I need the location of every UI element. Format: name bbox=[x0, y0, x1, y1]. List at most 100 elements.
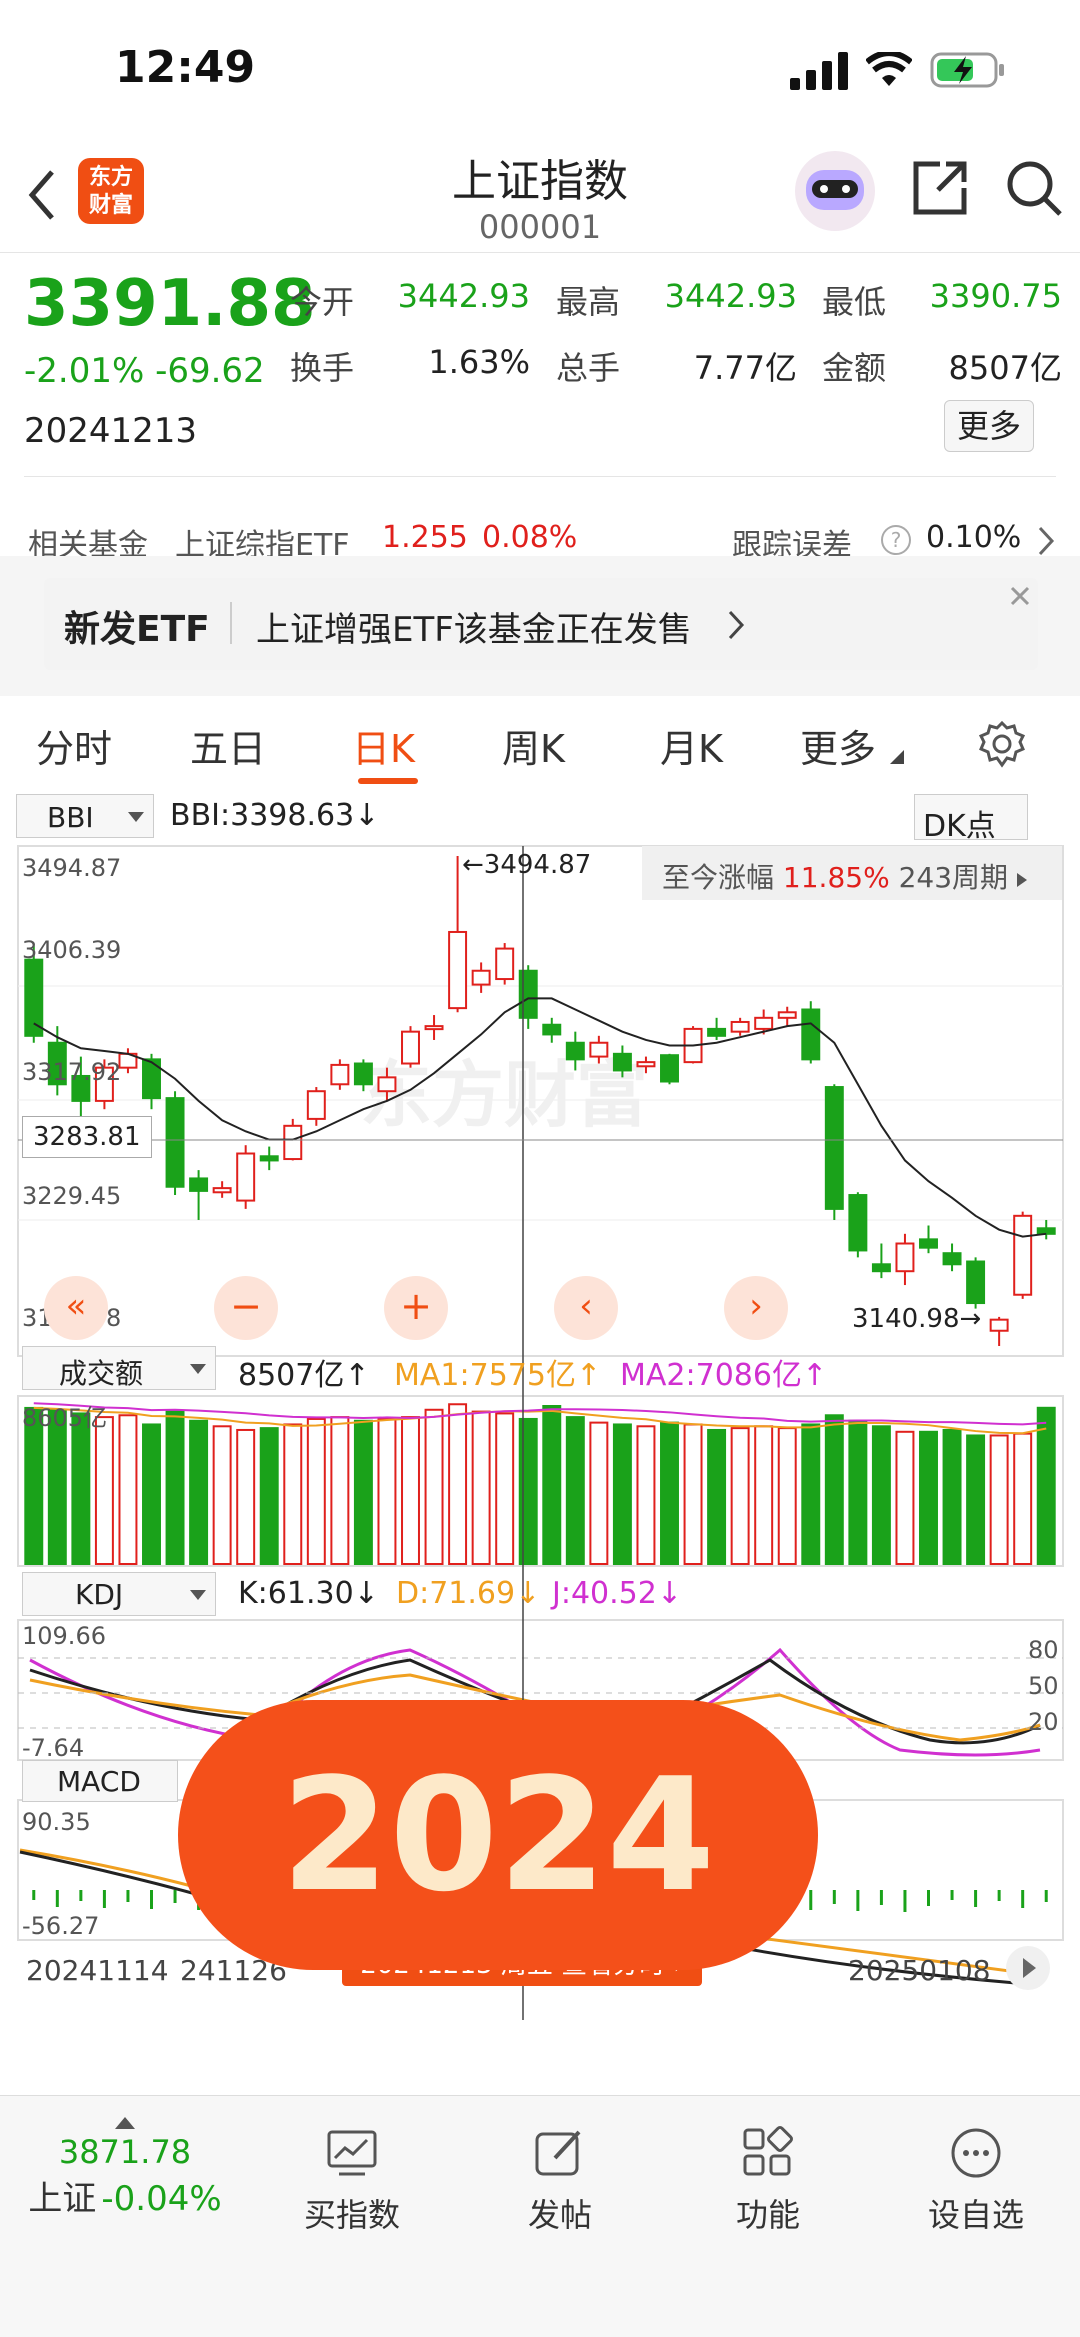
volume-indicator-select[interactable]: 成交额 bbox=[22, 1346, 216, 1390]
post-button[interactable]: 发帖 bbox=[480, 2126, 640, 2236]
volume-bar bbox=[142, 1423, 161, 1566]
more-dots-icon bbox=[951, 2128, 1001, 2178]
chevron-down-icon bbox=[190, 1364, 206, 1374]
share-icon[interactable] bbox=[910, 158, 970, 218]
candle-body bbox=[942, 1252, 962, 1266]
kdj-j-value: J:40.52↓ bbox=[552, 1576, 682, 1611]
chevron-right-icon bbox=[1038, 526, 1055, 556]
help-icon[interactable]: ? bbox=[880, 524, 912, 556]
last-price: 3391.88 bbox=[24, 267, 316, 341]
tab-more[interactable]: 更多 bbox=[800, 718, 876, 773]
volume-bar bbox=[377, 1417, 397, 1566]
functions-button[interactable]: 功能 bbox=[688, 2126, 848, 2236]
page-header: 东方 财富 上证指数 000001 bbox=[0, 140, 1080, 255]
play-right-icon bbox=[1023, 1958, 1036, 1978]
index-ticker[interactable]: 3871.78 上证 -0.04% bbox=[0, 2114, 250, 2220]
volume-label: 总手 bbox=[556, 349, 621, 387]
volume-bar bbox=[589, 1421, 609, 1565]
candle-body bbox=[471, 969, 491, 986]
candle bbox=[895, 1233, 915, 1286]
period-tabs: 分时 五日 日K 周K 月K 更多 bbox=[0, 700, 1080, 790]
zoom-in-button[interactable]: + bbox=[384, 1276, 448, 1340]
volume-bar bbox=[707, 1428, 727, 1566]
candle bbox=[1036, 1219, 1056, 1240]
candle-body bbox=[212, 1187, 232, 1194]
etf-banner[interactable]: 新发ETF 上证增强ETF该基金正在发售 bbox=[44, 578, 1038, 670]
tab-five-day[interactable]: 五日 bbox=[190, 718, 266, 773]
candle bbox=[966, 1257, 986, 1309]
rewind-button[interactable]: « bbox=[44, 1276, 108, 1340]
amount-label: 金额 bbox=[822, 349, 887, 387]
fund-pct: 0.08% bbox=[482, 520, 578, 555]
banner-tag: 新发ETF bbox=[64, 609, 210, 650]
tab-intraday[interactable]: 分时 bbox=[36, 718, 112, 773]
candle bbox=[424, 1015, 444, 1040]
volume-bar bbox=[448, 1403, 468, 1566]
more-button[interactable]: 更多 bbox=[944, 400, 1034, 452]
kdj-min-label: -7.64 bbox=[22, 1734, 85, 1762]
battery-icon bbox=[930, 52, 1004, 88]
turnover-value: 1.63% bbox=[428, 343, 530, 381]
candle bbox=[542, 1017, 562, 1043]
volume-bar bbox=[236, 1428, 256, 1566]
tab-monthly-k[interactable]: 月K bbox=[660, 718, 723, 773]
year-stamp-overlay: 2024 bbox=[178, 1700, 818, 1970]
dk-point-button[interactable]: DK点 bbox=[914, 794, 1028, 844]
wifi-icon bbox=[866, 52, 912, 86]
settings-gear-icon[interactable] bbox=[978, 720, 1026, 768]
candle-body bbox=[353, 1062, 373, 1086]
close-icon[interactable] bbox=[1008, 584, 1032, 608]
volume-bar bbox=[989, 1434, 1009, 1566]
volume-bar bbox=[330, 1416, 350, 1565]
up-triangle-icon bbox=[115, 2117, 135, 2129]
volume-max-label: 8605亿 bbox=[22, 1404, 108, 1432]
volume-value: 8507亿↑ bbox=[238, 1358, 370, 1393]
volume-bar bbox=[730, 1427, 750, 1565]
candle-body bbox=[189, 1177, 209, 1192]
candle bbox=[471, 962, 491, 993]
tab-weekly-k[interactable]: 周K bbox=[502, 718, 565, 773]
open-value: 3442.93 bbox=[397, 277, 530, 315]
candle-body bbox=[707, 1027, 727, 1037]
candle bbox=[848, 1192, 868, 1258]
amount-value: 8507亿 bbox=[948, 349, 1062, 387]
price-change: -2.01% -69.62 bbox=[24, 351, 265, 391]
volume-bar bbox=[259, 1427, 279, 1565]
candle bbox=[824, 1084, 844, 1220]
status-time: 12:49 bbox=[115, 42, 256, 93]
robot-assistant-icon[interactable] bbox=[792, 148, 878, 234]
candle-body bbox=[424, 1025, 444, 1031]
volume-bar bbox=[801, 1423, 821, 1566]
candle-body bbox=[660, 1054, 679, 1083]
add-watchlist-button[interactable]: 设自选 bbox=[896, 2126, 1056, 2236]
candle bbox=[118, 1048, 138, 1074]
banner-text: 上证增强ETF该基金正在发售 bbox=[256, 610, 692, 650]
candle-body bbox=[895, 1242, 915, 1273]
candle bbox=[189, 1170, 209, 1220]
candle-body bbox=[966, 1260, 986, 1305]
kdj-indicator-select[interactable]: KDJ bbox=[22, 1572, 216, 1616]
turnover-label: 换手 bbox=[290, 349, 355, 387]
volume-bar bbox=[966, 1434, 986, 1566]
macd-indicator-select[interactable]: MACD bbox=[22, 1760, 178, 1802]
prev-button[interactable]: ‹ bbox=[554, 1276, 618, 1340]
buy-index-button[interactable]: 买指数 bbox=[272, 2126, 432, 2236]
volume-value: 7.77亿 bbox=[693, 349, 797, 387]
status-bar: 12:49 bbox=[0, 0, 1080, 140]
tab-daily-k[interactable]: 日K bbox=[352, 718, 415, 773]
candle bbox=[495, 943, 515, 985]
volume-bar bbox=[919, 1430, 938, 1565]
candle bbox=[1013, 1211, 1033, 1299]
candle-body bbox=[824, 1086, 844, 1210]
candle-body bbox=[1036, 1227, 1056, 1235]
zoom-out-button[interactable]: − bbox=[214, 1276, 278, 1340]
range-change-box[interactable]: 至今涨幅 11.85% 243周期 bbox=[642, 846, 1062, 900]
kdj-level-20: 20 bbox=[1028, 1708, 1059, 1736]
tracking-error-value: 0.10% bbox=[926, 520, 1022, 555]
scroll-right-button[interactable] bbox=[1006, 1946, 1050, 1990]
search-icon[interactable] bbox=[1004, 158, 1064, 218]
candle-body bbox=[283, 1124, 303, 1161]
candle-body bbox=[636, 1061, 656, 1068]
volume-bar bbox=[871, 1425, 891, 1565]
next-button[interactable]: › bbox=[724, 1276, 788, 1340]
